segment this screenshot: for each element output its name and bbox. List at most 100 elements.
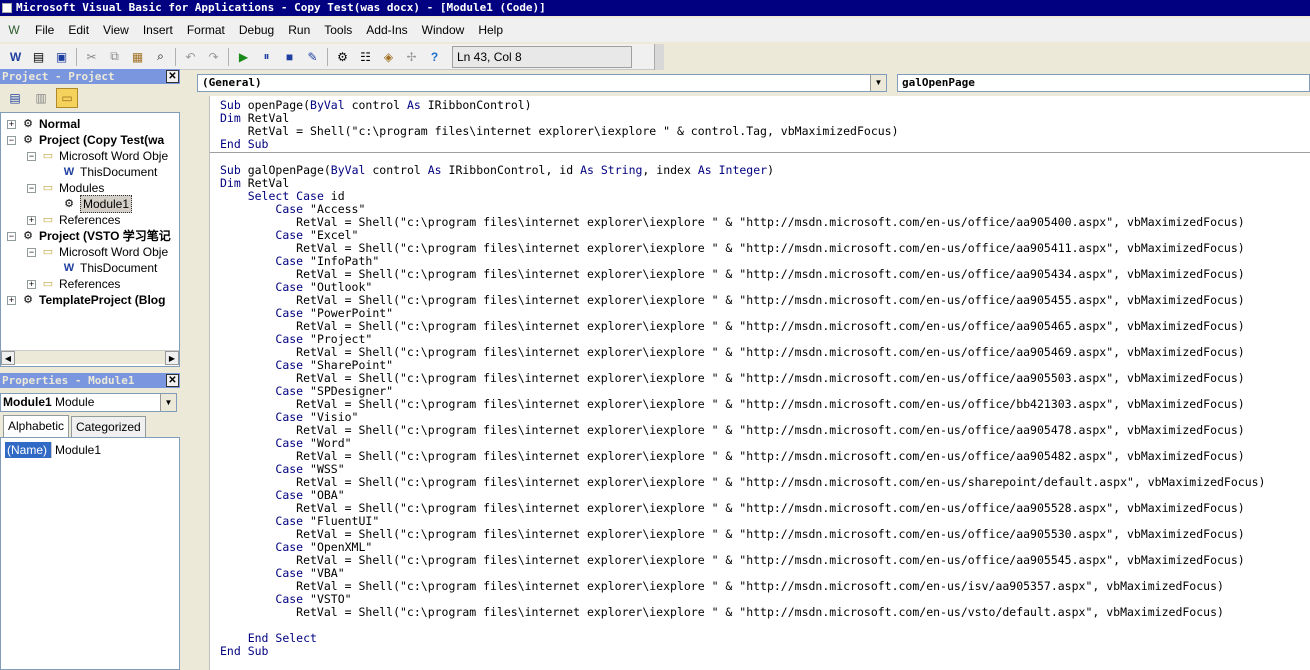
menu-edit[interactable]: Edit	[61, 18, 96, 42]
paste-icon[interactable]: ▦	[126, 46, 149, 68]
object-browser-icon[interactable]: ◈	[377, 46, 400, 68]
find-icon[interactable]: ⌕	[149, 46, 172, 68]
tree-node[interactable]: ⚙ Module1	[61, 195, 133, 213]
tree-node[interactable]: W ThisDocument	[61, 164, 158, 180]
collapse-icon[interactable]: −	[27, 151, 36, 161]
keyword-token: Case	[275, 540, 304, 554]
view-code-icon[interactable]: ▤	[4, 88, 26, 108]
properties-panel-title-text: Properties - Module1	[2, 374, 135, 387]
expand-icon[interactable]: +	[27, 215, 36, 225]
scroll-right-icon[interactable]: ▶	[165, 351, 179, 365]
menu-tools[interactable]: Tools	[317, 18, 359, 42]
menu-view[interactable]: View	[96, 18, 136, 42]
menu-window[interactable]: Window	[415, 18, 472, 42]
menu-format[interactable]: Format	[180, 18, 232, 42]
keyword-token: String	[600, 163, 643, 177]
project-explorer-icon[interactable]: ⚙	[331, 46, 354, 68]
procedure-openpage[interactable]: Sub openPage(ByVal control As IRibbonCon…	[220, 99, 899, 151]
collapse-icon[interactable]: −	[27, 183, 36, 193]
object-combo[interactable]: (General) ▼	[197, 74, 887, 92]
close-icon[interactable]: ✕	[166, 70, 179, 83]
tree-node[interactable]: W ThisDocument	[61, 260, 158, 276]
insert-userform-icon[interactable]: ▤	[27, 46, 50, 68]
tree-node[interactable]: + ▭ References	[27, 276, 120, 292]
undo-icon[interactable]: ↶	[179, 46, 202, 68]
collapse-icon[interactable]: −	[7, 231, 16, 241]
close-icon[interactable]: ✕	[166, 374, 179, 387]
menu-run[interactable]: Run	[281, 18, 317, 42]
menu-insert[interactable]: Insert	[136, 18, 180, 42]
object-name: Module1	[3, 395, 52, 409]
toggle-folders-icon[interactable]: ▭	[56, 88, 78, 108]
expand-icon[interactable]: +	[7, 295, 16, 305]
properties-tabs: Alphabetic Categorized	[0, 415, 180, 438]
procedure-combo[interactable]: galOpenPage	[897, 74, 1310, 92]
cut-icon[interactable]: ✂	[80, 46, 103, 68]
design-mode-icon[interactable]: ✎	[301, 46, 324, 68]
expand-icon[interactable]: +	[27, 279, 36, 289]
procedure-galopenpage[interactable]: Sub galOpenPage(ByVal control As IRibbon…	[220, 164, 1265, 658]
keyword-token: Case	[275, 410, 304, 424]
property-value[interactable]: Module1	[51, 442, 101, 458]
tree-node[interactable]: + ▭ References	[27, 212, 120, 228]
toolbox-icon[interactable]: ✢	[400, 46, 423, 68]
word-document-icon: W	[63, 166, 75, 178]
keyword-token: Case	[275, 306, 304, 320]
run-icon[interactable]: ▶	[232, 46, 255, 68]
tab-categorized[interactable]: Categorized	[71, 416, 146, 437]
break-icon[interactable]: ⏸	[255, 46, 278, 68]
property-row[interactable]: (Name) Module1	[5, 442, 101, 458]
project-icon: ⚙	[23, 118, 33, 130]
collapse-icon[interactable]: −	[27, 247, 36, 257]
module-icon: ⚙	[64, 198, 74, 210]
object-type: Module	[55, 395, 95, 409]
view-object-icon[interactable]: ▥	[30, 88, 52, 108]
tree-node[interactable]: − ▭ Microsoft Word Obje	[27, 244, 168, 260]
tree-node[interactable]: + ⚙ TemplateProject (Blog	[7, 292, 165, 308]
tree-node[interactable]: − ⚙ Project (Copy Test(wa	[7, 132, 164, 148]
menu-debug[interactable]: Debug	[232, 18, 281, 42]
keyword-token: Sub	[220, 163, 241, 177]
properties-window-icon[interactable]: ☷	[354, 46, 377, 68]
copy-icon[interactable]: ⧉	[103, 46, 126, 68]
chevron-down-icon[interactable]: ▼	[160, 394, 176, 411]
keyword-token: Case	[275, 592, 304, 606]
scroll-left-icon[interactable]: ◀	[1, 351, 15, 365]
menu-file[interactable]: File	[28, 18, 61, 42]
collapse-icon[interactable]: −	[7, 135, 16, 145]
project-tree: + ⚙ Normal − ⚙ Project (Copy Test(wa − ▭…	[0, 112, 180, 367]
tree-node[interactable]: + ⚙ Normal	[7, 116, 80, 132]
project-icon: ⚙	[23, 230, 33, 242]
redo-icon[interactable]: ↷	[202, 46, 225, 68]
procedure-combo-value: galOpenPage	[902, 76, 975, 89]
keyword-token: Case	[275, 436, 304, 450]
code-margin-indicator-bar[interactable]	[191, 96, 210, 670]
object-selector-combo[interactable]: Module1 Module ▼	[0, 393, 177, 412]
tree-node[interactable]: − ⚙ Project (VSTO 学习笔记	[7, 228, 171, 244]
menu-help[interactable]: Help	[471, 18, 510, 42]
help-icon[interactable]: ?	[423, 46, 446, 68]
project-toolbar: ▤ ▥ ▭	[0, 85, 180, 111]
view-word-icon[interactable]: W	[4, 46, 27, 68]
folder-icon: ▭	[42, 214, 54, 226]
keyword-token: As	[406, 98, 421, 112]
properties-panel-title: Properties - Module1 ✕	[0, 373, 180, 388]
standard-toolbar: W ▤ ▣ ✂ ⧉ ▦ ⌕ ↶ ↷ ▶ ⏸ ■ ✎ ⚙ ☷ ◈ ✢ ? Ln 4…	[0, 44, 664, 70]
tree-node[interactable]: − ▭ Modules	[27, 180, 104, 196]
chevron-down-icon[interactable]: ▼	[870, 75, 886, 91]
window-title: Microsoft Visual Basic for Applications …	[16, 1, 546, 14]
word-document-icon[interactable]: W	[4, 21, 24, 39]
toolbar-options-grip[interactable]	[654, 44, 664, 70]
menu-addins[interactable]: Add-Ins	[359, 18, 414, 42]
reset-icon[interactable]: ■	[278, 46, 301, 68]
folder-icon: ▭	[42, 182, 54, 194]
keyword-token: Case	[275, 358, 304, 372]
tree-node[interactable]: − ▭ Microsoft Word Obje	[27, 148, 168, 164]
save-icon[interactable]: ▣	[50, 46, 73, 68]
keyword-token: Case	[275, 514, 304, 528]
tab-alphabetic[interactable]: Alphabetic	[3, 415, 70, 438]
code-window-header: (General) ▼ galOpenPage	[191, 70, 1310, 96]
horizontal-scrollbar[interactable]: ◀ ▶	[1, 350, 179, 365]
code-editor[interactable]: Sub openPage(ByVal control As IRibbonCon…	[210, 96, 1310, 670]
expand-icon[interactable]: +	[7, 119, 16, 129]
